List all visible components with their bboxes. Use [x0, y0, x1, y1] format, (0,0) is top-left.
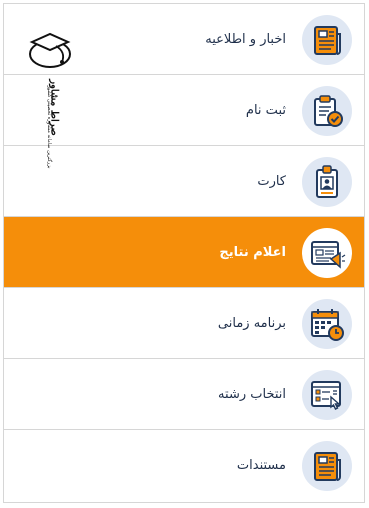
id-card-icon: [302, 157, 352, 207]
menu-item-label: برنامه زمانی: [217, 316, 286, 331]
watermark-logo: صراط مشاور بزرگترین سامانه مشاوره تحصیلی…: [16, 30, 84, 216]
menu-item-results[interactable]: اعلام نتایج: [4, 217, 364, 288]
document-icon: [302, 441, 352, 491]
menu-item-label: ثبت نام: [245, 103, 286, 118]
announcement-icon: [302, 228, 352, 278]
menu-item-label: مستندات: [236, 458, 286, 473]
menu-item-label: اخبار و اطلاعیه: [205, 32, 286, 47]
menu-item-label: کارت: [257, 174, 286, 189]
menu-item-field-selection[interactable]: انتخاب رشته: [4, 359, 364, 430]
clipboard-check-icon: [302, 86, 352, 136]
sidebar-menu: اخبار و اطلاعیه ثبت نام کارت اعلام نتایج…: [3, 3, 365, 503]
menu-item-label: اعلام نتایج: [219, 245, 286, 260]
menu-item-documents[interactable]: مستندات: [4, 430, 364, 501]
selection-list-icon: [302, 370, 352, 420]
menu-item-label: انتخاب رشته: [218, 387, 286, 402]
watermark-subtitle: بزرگترین سامانه مشاوره تحصیلی کشور: [46, 85, 52, 169]
calendar-clock-icon: [302, 299, 352, 349]
newspaper-icon: [302, 15, 352, 65]
menu-item-schedule[interactable]: برنامه زمانی: [4, 288, 364, 359]
